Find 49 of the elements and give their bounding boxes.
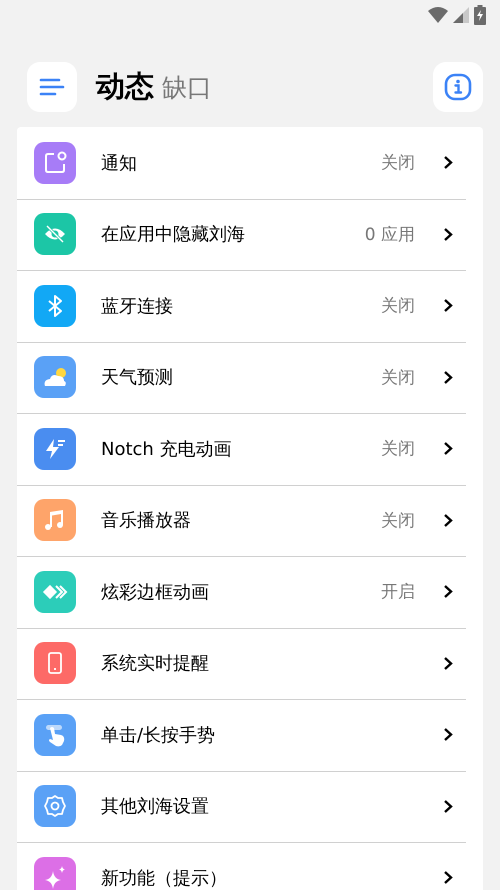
chevron-icon — [443, 727, 453, 742]
chevron-icon — [443, 441, 453, 456]
signal-icon — [453, 7, 469, 23]
chevron-icon — [443, 656, 453, 671]
row-status: 关闭 — [381, 366, 415, 389]
info-icon — [444, 73, 472, 101]
page-subtitle: 缺口 — [162, 72, 212, 104]
row-label: 炫彩边框动画 — [101, 580, 210, 604]
row-status: 0 应用 — [364, 224, 415, 246]
chevron-icon — [443, 298, 453, 314]
settings-row[interactable]: 系统实时提醒 — [17, 628, 466, 699]
settings-row[interactable]: 在应用中隐藏刘海 0 应用 — [17, 198, 466, 270]
settings-row[interactable]: 蓝牙连接 关闭 — [17, 270, 466, 342]
chevron-icon — [443, 512, 453, 528]
info-button[interactable] — [433, 62, 483, 112]
chevron-icon — [443, 370, 453, 385]
row-label: 新功能（提示） — [101, 866, 228, 890]
chevron-icon — [443, 155, 453, 170]
settings-row[interactable]: 其他刘海设置 — [17, 770, 466, 842]
row-status: 开启 — [381, 581, 415, 604]
row-status: 关闭 — [381, 438, 415, 460]
chevron-icon — [443, 584, 453, 600]
settings-row[interactable]: 音乐播放器 关闭 — [17, 484, 466, 556]
chevron-icon — [443, 870, 453, 886]
chevron-icon — [443, 798, 453, 814]
settings-row[interactable]: 通知 关闭 — [17, 127, 466, 198]
settings-row[interactable]: 单击/长按手势 — [17, 699, 466, 770]
menu-icon — [39, 78, 65, 96]
row-status: 关闭 — [381, 510, 415, 532]
battery-icon — [474, 5, 486, 25]
row-label: 音乐播放器 — [101, 509, 192, 532]
chevron-icon — [443, 226, 453, 242]
page-title: 动态 — [96, 68, 154, 105]
row-label: Notch 充电动画 — [101, 438, 233, 461]
row-label: 系统实时提醒 — [101, 652, 210, 676]
settings-row[interactable]: 天气预测 关闭 — [17, 342, 466, 413]
menu-button[interactable] — [27, 62, 77, 112]
row-label: 天气预测 — [101, 366, 174, 390]
row-status: 关闭 — [381, 152, 415, 174]
row-label: 蓝牙连接 — [101, 294, 174, 318]
row-label: 其他刘海设置 — [101, 795, 210, 818]
settings-row[interactable]: 新功能（提示） — [17, 842, 466, 890]
row-label: 在应用中隐藏刘海 — [101, 223, 246, 246]
wifi-icon — [428, 7, 448, 23]
settings-row[interactable]: 炫彩边框动画 开启 — [17, 556, 466, 628]
settings-row[interactable]: Notch 充电动画 关闭 — [17, 413, 466, 484]
row-status: 关闭 — [381, 295, 415, 318]
row-label: 单击/长按手势 — [101, 724, 216, 747]
row-label: 通知 — [101, 152, 138, 175]
